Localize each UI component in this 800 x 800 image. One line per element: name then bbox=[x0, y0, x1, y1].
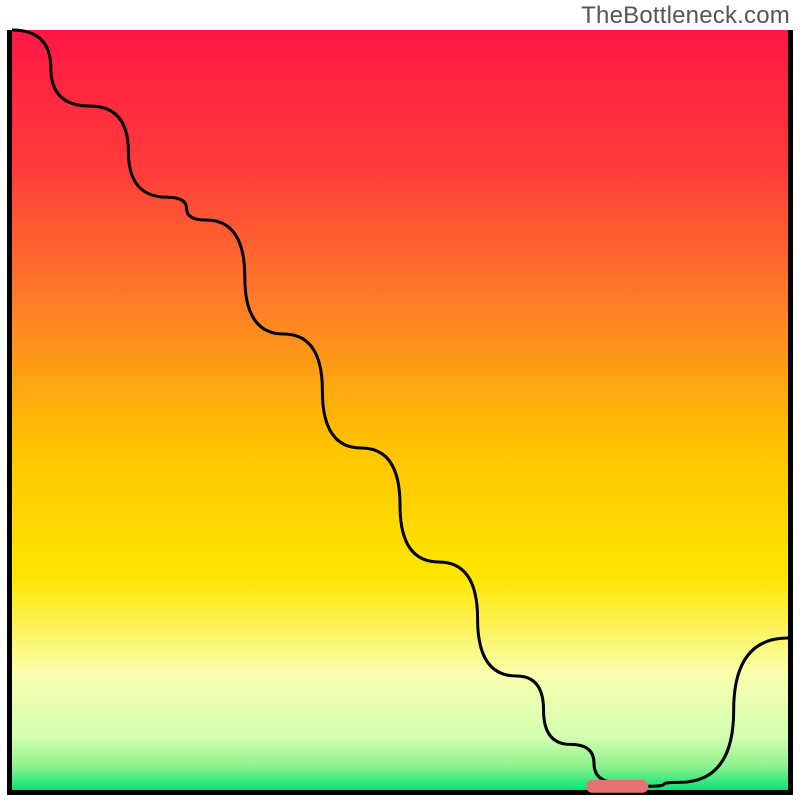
chart-container: TheBottleneck.com bbox=[0, 0, 800, 800]
y-axis bbox=[7, 30, 12, 795]
bottleneck-chart-svg bbox=[0, 0, 800, 800]
x-axis bbox=[7, 790, 793, 795]
y-axis-right bbox=[788, 30, 793, 795]
optimum-marker bbox=[586, 780, 648, 793]
